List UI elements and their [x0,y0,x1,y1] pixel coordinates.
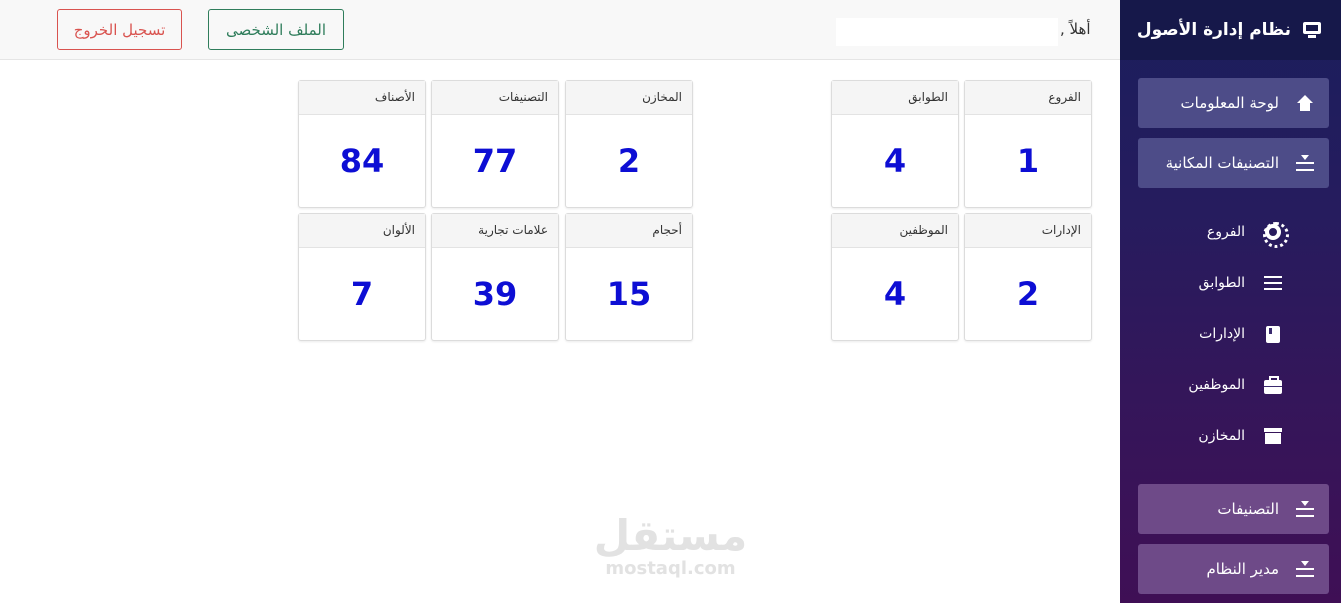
sidebar-item-classifications[interactable]: التصنيفات [1138,484,1329,534]
stat-card-sizes[interactable]: أحجام 15 [565,213,693,341]
card-value: 15 [606,275,652,313]
card-value: 4 [883,275,907,313]
sidebar-subitem-label: الإدارات [1199,326,1245,342]
stat-card-items[interactable]: الأصناف 84 [298,80,426,208]
sidebar-subitem-label: الفروع [1206,224,1245,240]
list-icon [1263,273,1283,293]
card-value: 1 [1016,142,1040,180]
greeting-text: أهلاً , [1060,20,1091,38]
watermark-arabic: مستقل [593,511,748,560]
compress-icon [1295,499,1315,519]
sidebar-subitem-employees[interactable]: الموظفين [1138,365,1329,405]
logout-button[interactable]: تسجيل الخروج [57,9,182,50]
stat-card-departments[interactable]: الإدارات 2 [964,213,1092,341]
app-brand[interactable]: نظام إدارة الأصول [1120,0,1341,60]
profile-button[interactable]: الملف الشخصى [208,9,344,50]
sidebar-subitem-floors[interactable]: الطوابق [1138,263,1329,303]
card-title: الطوابق [832,81,958,115]
sidebar-item-label: لوحة المعلومات [1180,94,1280,112]
stat-card-classifications[interactable]: التصنيفات 77 [431,80,559,208]
sidebar-item-dashboard[interactable]: لوحة المعلومات [1138,78,1329,128]
card-value: 77 [472,142,518,180]
card-value: 4 [883,142,907,180]
card-title: الألوان [299,214,425,248]
card-title: علامات تجارية [432,214,558,248]
card-value: 84 [339,142,385,180]
sidebar-subitem-stores[interactable]: المخازن [1138,416,1329,456]
watermark-latin: mostaql.com [605,558,736,579]
card-title: الأصناف [299,81,425,115]
sidebar: نظام إدارة الأصول لوحة المعلومات التصنيف… [1120,0,1341,603]
stat-card-colors[interactable]: الألوان 7 [298,213,426,341]
sidebar-item-label: التصنيفات المكانية [1165,154,1279,172]
card-title: الموظفين [832,214,958,248]
watermark-logo: مستقل mostaql.com [588,512,753,578]
card-title: الإدارات [965,214,1091,248]
card-title: المخازن [566,81,692,115]
stat-card-brands[interactable]: علامات تجارية 39 [431,213,559,341]
card-title: التصنيفات [432,81,558,115]
sidebar-item-label: مدير النظام [1206,560,1279,578]
card-value: 2 [1016,275,1040,313]
stat-card-floors[interactable]: الطوابق 4 [831,80,959,208]
briefcase-icon [1263,375,1283,395]
stat-card-employees[interactable]: الموظفين 4 [831,213,959,341]
top-navbar: أهلاً , الملف الشخصى تسجيل الخروج [0,0,1120,60]
sidebar-item-label: التصنيفات [1217,500,1279,518]
sidebar-subitem-label: المخازن [1198,428,1245,444]
card-title: أحجام [566,214,692,248]
sidebar-item-system-admin[interactable]: مدير النظام [1138,544,1329,594]
gear-icon [1263,222,1289,248]
home-icon [1295,93,1315,113]
sidebar-subitem-departments[interactable]: الإدارات [1138,314,1329,354]
archive-icon [1263,426,1283,446]
sidebar-subitem-branches[interactable]: الفروع [1138,212,1329,252]
user-name-field [836,18,1058,46]
card-title: الفروع [965,81,1091,115]
app-title: نظام إدارة الأصول [1136,20,1291,40]
compress-icon [1295,559,1315,579]
desktop-icon [1303,22,1321,38]
compress-icon [1295,153,1315,173]
card-value: 2 [617,142,641,180]
sidebar-item-spatial-classifications[interactable]: التصنيفات المكانية [1138,138,1329,188]
card-value: 39 [472,275,518,313]
sidebar-subitem-label: الموظفين [1188,377,1245,393]
book-icon [1263,324,1283,344]
stat-card-branches[interactable]: الفروع 1 [964,80,1092,208]
stat-card-stores[interactable]: المخازن 2 [565,80,693,208]
card-value: 7 [350,275,374,313]
sidebar-subitem-label: الطوابق [1198,275,1245,291]
